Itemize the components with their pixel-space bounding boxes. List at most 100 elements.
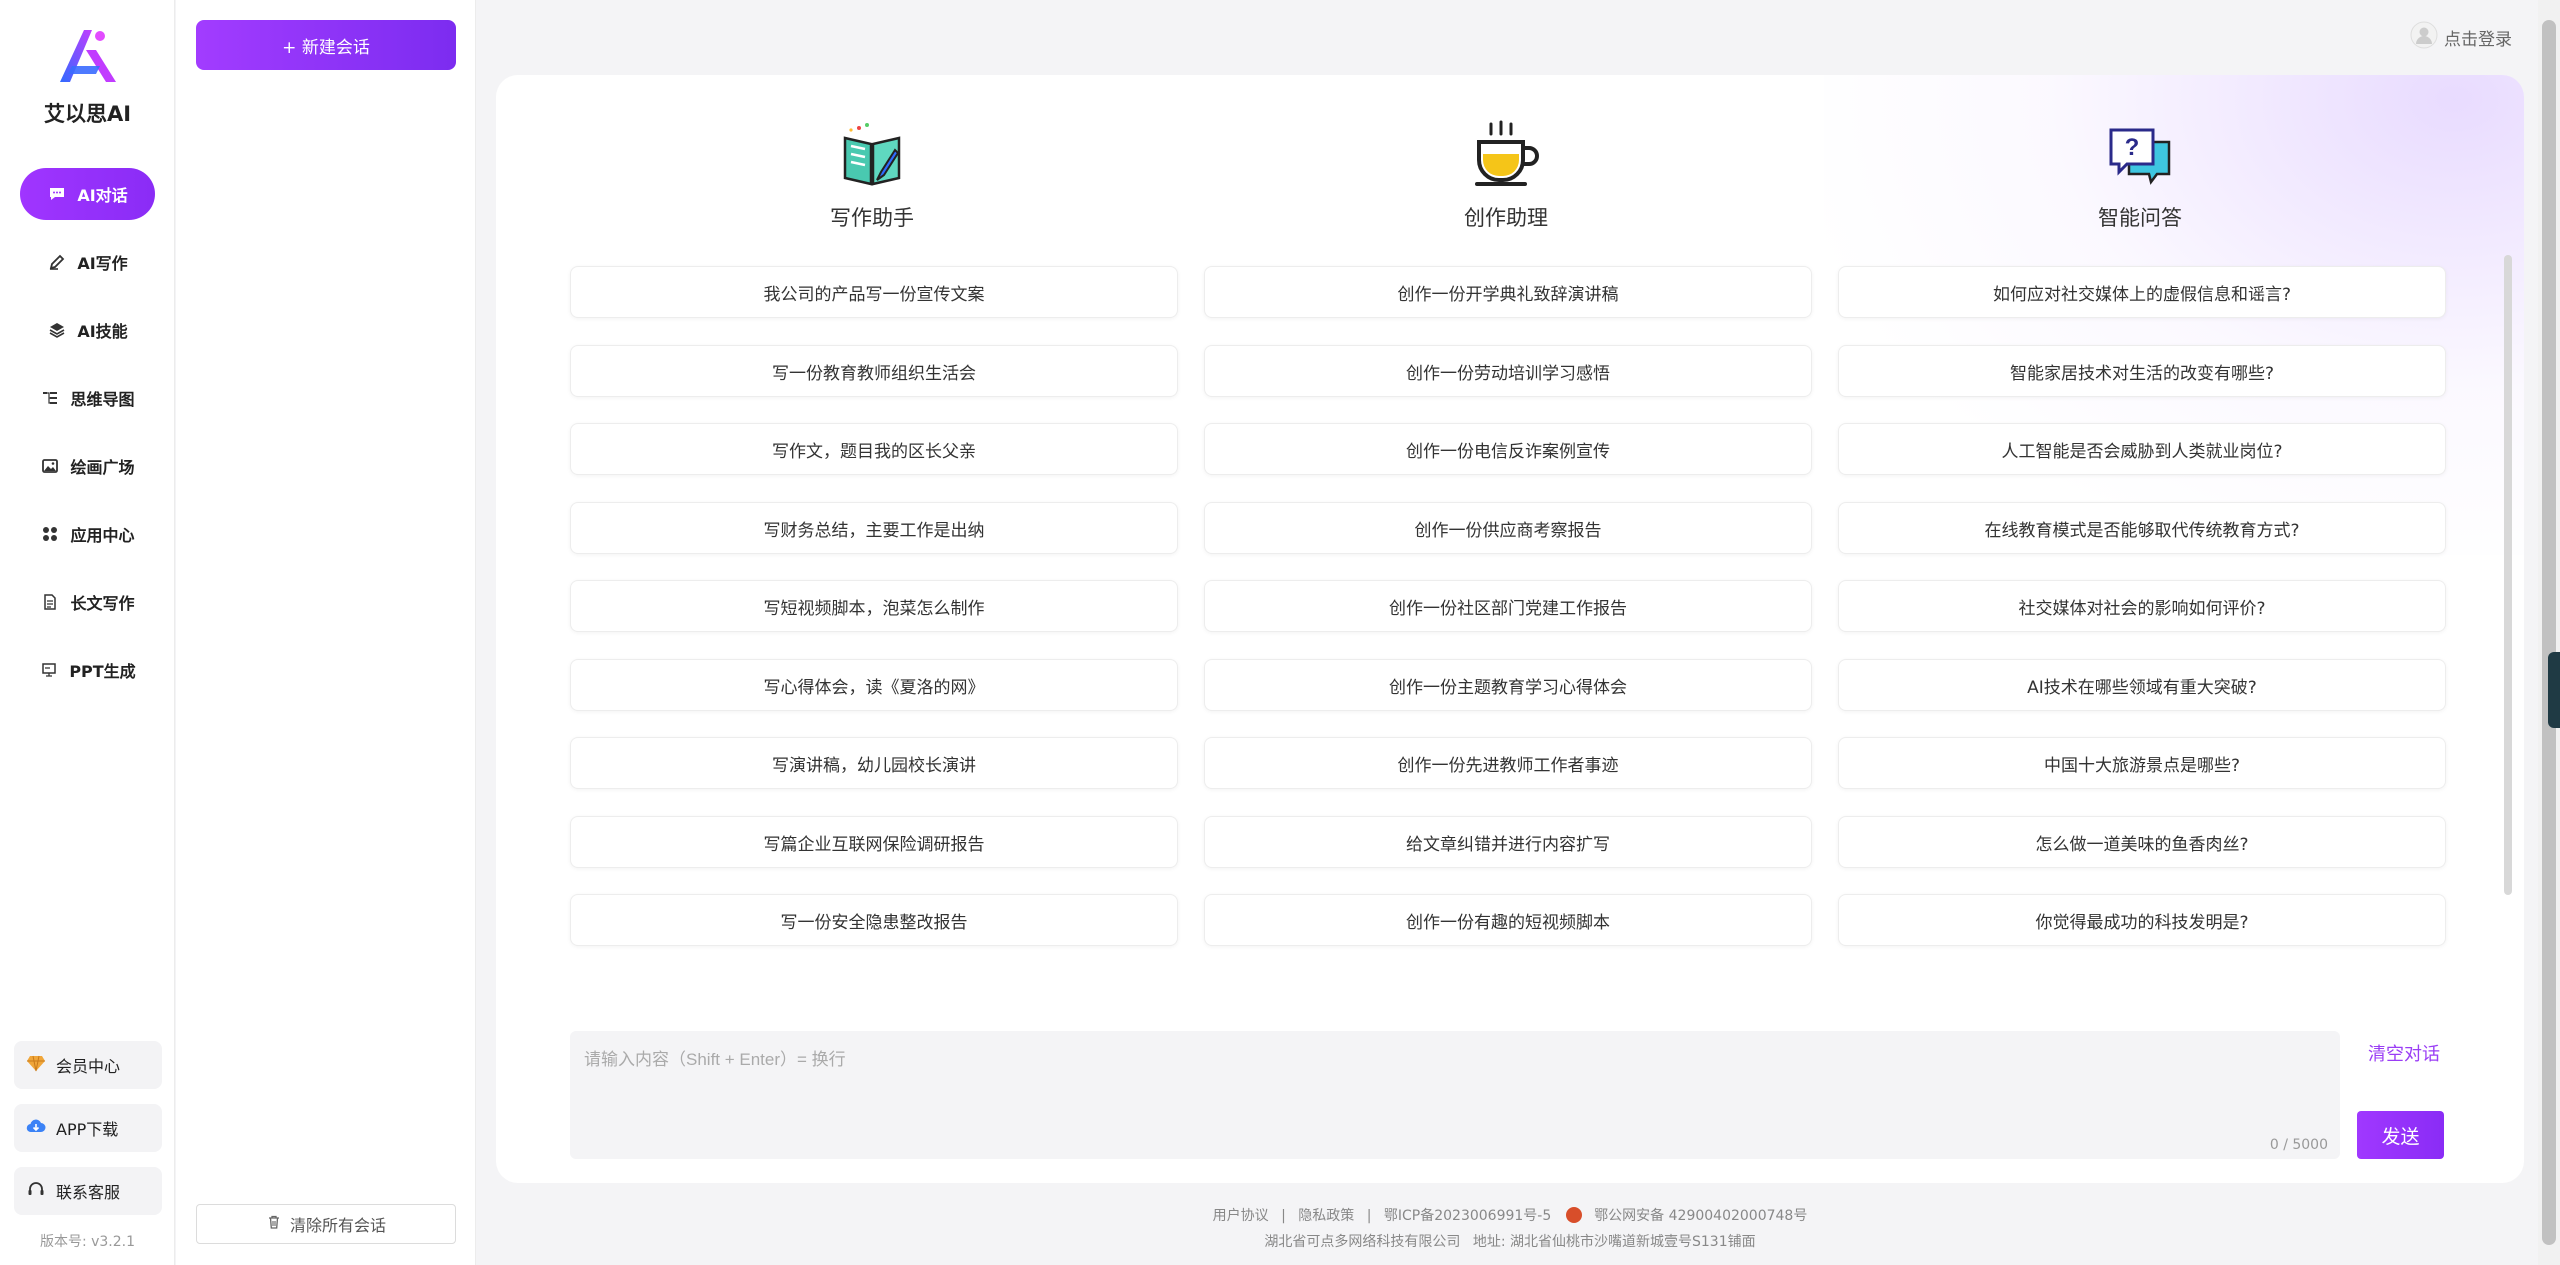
footer-links: 用户协议 | 隐私政策 | 鄂ICP备2023006991号-5 鄂公网安备 4… [496, 1205, 2524, 1225]
nav-item-mindmap[interactable]: 思维导图 [20, 372, 155, 424]
footer-separator: | [1281, 1208, 1286, 1224]
new-chat-button[interactable]: + 新建会话 [196, 20, 456, 70]
diamond-icon [26, 1054, 46, 1076]
image-icon [40, 456, 60, 476]
category-title: 智能问答 [2098, 206, 2182, 230]
prompt-card[interactable]: 怎么做一道美味的鱼香肉丝? [1838, 816, 2446, 868]
chat-main-card: 写作助手 创作助理 ? 智能问答 我公司的产品写一份宣传文案 写一份教育教师组织… [496, 75, 2524, 1183]
nav-item-long-writing[interactable]: 长文写作 [20, 576, 155, 628]
prompt-card[interactable]: 创作一份先进教师工作者事迹 [1204, 737, 1812, 789]
prompt-card[interactable]: 创作一份开学典礼致辞演讲稿 [1204, 266, 1812, 318]
login-button[interactable]: 点击登录 [2410, 21, 2512, 54]
user-agreement-link[interactable]: 用户协议 [1213, 1208, 1269, 1224]
nav-item-label: 思维导图 [70, 390, 135, 409]
category-writing-assistant: 写作助手 [566, 120, 1178, 232]
char-counter: 0 / 5000 [2269, 1137, 2328, 1153]
nav-item-ai-writing[interactable]: AI写作 [20, 236, 155, 288]
police-record-link[interactable]: 鄂公网安备 42900402000748号 [1594, 1208, 1807, 1224]
question-bubble-icon: ? [2109, 128, 2171, 185]
clear-all-sessions-button[interactable]: 清除所有会话 [196, 1204, 456, 1244]
document-icon [40, 592, 60, 612]
prompt-card[interactable]: 写一份教育教师组织生活会 [570, 345, 1178, 397]
member-center-label: 会员中心 [56, 1057, 121, 1076]
nav-item-ai-skills[interactable]: AI技能 [20, 304, 155, 356]
nav-item-label: PPT生成 [69, 662, 136, 681]
prompt-card[interactable]: 创作一份电信反诈案例宣传 [1204, 423, 1812, 475]
pen-icon [47, 252, 67, 272]
prompt-card[interactable]: 创作一份社区部门党建工作报告 [1204, 580, 1812, 632]
nav-item-label: AI写作 [77, 254, 128, 273]
nav-item-label: 应用中心 [70, 526, 135, 545]
footer-company: 湖北省可点多网络科技有限公司 地址: 湖北省仙桃市沙嘴道新城壹号S131铺面 [496, 1231, 2524, 1251]
presentation-icon [39, 660, 59, 680]
prompt-card[interactable]: 写作文，题目我的区长父亲 [570, 423, 1178, 475]
headset-icon [26, 1180, 46, 1202]
coffee-cup-icon [1475, 120, 1539, 186]
prompt-card[interactable]: 写篇企业互联网保险调研报告 [570, 816, 1178, 868]
prompt-card[interactable]: 创作一份劳动培训学习感悟 [1204, 345, 1812, 397]
prompt-card[interactable]: 我公司的产品写一份宣传文案 [570, 266, 1178, 318]
nav-item-ppt[interactable]: PPT生成 [20, 644, 155, 696]
prompt-card[interactable]: 中国十大旅游景点是哪些? [1838, 737, 2446, 789]
prompt-card[interactable]: 写演讲稿，幼儿园校长演讲 [570, 737, 1178, 789]
prompt-card[interactable]: 创作一份主题教育学习心得体会 [1204, 659, 1812, 711]
category-smart-qa: ? 智能问答 [1834, 120, 2446, 232]
mindmap-icon [40, 388, 60, 408]
version-text: 版本号: v3.2.1 [39, 1234, 136, 1250]
prompt-card[interactable]: 人工智能是否会威胁到人类就业岗位? [1838, 423, 2446, 475]
prompt-card[interactable]: 创作一份有趣的短视频脚本 [1204, 894, 1812, 946]
session-panel: + 新建会话 清除所有会话 [176, 0, 476, 1265]
layers-icon [47, 320, 67, 340]
chat-bubble-icon [47, 184, 67, 204]
trash-icon [266, 1214, 282, 1234]
message-input[interactable] [570, 1031, 2340, 1159]
page-scrollbar-thumb[interactable] [2542, 20, 2556, 1245]
prompt-card[interactable]: 你觉得最成功的科技发明是? [1838, 894, 2446, 946]
police-badge-icon [1565, 1207, 1582, 1223]
user-avatar-icon [2410, 21, 2438, 54]
cloud-download-icon [26, 1117, 46, 1139]
clear-chat-button[interactable]: 清空对话 [2368, 1040, 2440, 1066]
nav-item-app-center[interactable]: 应用中心 [20, 508, 155, 560]
prompt-card[interactable]: AI技术在哪些领域有重大突破? [1838, 659, 2446, 711]
app-download-button[interactable]: APP下载 [14, 1104, 162, 1152]
side-floating-tab[interactable] [2548, 652, 2560, 728]
send-button[interactable]: 发送 [2357, 1111, 2444, 1159]
member-center-button[interactable]: 会员中心 [14, 1041, 162, 1089]
contact-service-label: 联系客服 [56, 1183, 121, 1202]
book-pencil-icon [843, 123, 901, 186]
login-label: 点击登录 [2444, 29, 2512, 50]
svg-text:?: ? [2125, 134, 2140, 161]
nav-item-label: AI技能 [77, 322, 128, 341]
message-input-box: 0 / 5000 [570, 1031, 2340, 1159]
prompt-card[interactable]: 写心得体会，读《夏洛的网》 [570, 659, 1178, 711]
company-address: 地址: 湖北省仙桃市沙嘴道新城壹号S131铺面 [1472, 1234, 1756, 1250]
category-title: 写作助手 [830, 206, 914, 230]
brand-logo [60, 30, 116, 82]
footer-separator: | [1366, 1208, 1372, 1224]
app-download-label: APP下载 [56, 1120, 119, 1139]
card-scrollbar-thumb[interactable] [2504, 255, 2512, 895]
prompt-card[interactable]: 给文章纠错并进行内容扩写 [1204, 816, 1812, 868]
prompt-card[interactable]: 智能家居技术对生活的改变有哪些? [1838, 345, 2446, 397]
nav-item-label: AI对话 [77, 186, 128, 205]
prompt-card[interactable]: 写财务总结，主要工作是出纳 [570, 502, 1178, 554]
prompt-card[interactable]: 写一份安全隐患整改报告 [570, 894, 1178, 946]
prompt-card[interactable]: 在线教育模式是否能够取代传统教育方式? [1838, 502, 2446, 554]
apps-grid-icon [40, 524, 60, 544]
nav-item-ai-chat[interactable]: AI对话 [20, 168, 155, 220]
icp-link[interactable]: 鄂ICP备2023006991号-5 [1384, 1208, 1551, 1224]
nav-item-drawing-square[interactable]: 绘画广场 [20, 440, 155, 492]
brand-name: 艾以思AI [43, 102, 132, 126]
main-nav: 艾以思AI AI对话 AI写作 AI技能 思维导图 绘画广场 应用中心 长文写作… [0, 0, 175, 1265]
prompt-card[interactable]: 创作一份供应商考察报告 [1204, 502, 1812, 554]
contact-service-button[interactable]: 联系客服 [14, 1167, 162, 1215]
privacy-policy-link[interactable]: 隐私政策 [1298, 1208, 1354, 1224]
company-name: 湖北省可点多网络科技有限公司 [1264, 1234, 1461, 1250]
prompt-card[interactable]: 如何应对社交媒体上的虚假信息和谣言? [1838, 266, 2446, 318]
category-creation-assistant: 创作助理 [1200, 120, 1812, 232]
prompt-card[interactable]: 写短视频脚本，泡菜怎么制作 [570, 580, 1178, 632]
prompt-card[interactable]: 社交媒体对社会的影响如何评价? [1838, 580, 2446, 632]
category-title: 创作助理 [1464, 206, 1548, 230]
nav-item-label: 长文写作 [70, 594, 135, 613]
